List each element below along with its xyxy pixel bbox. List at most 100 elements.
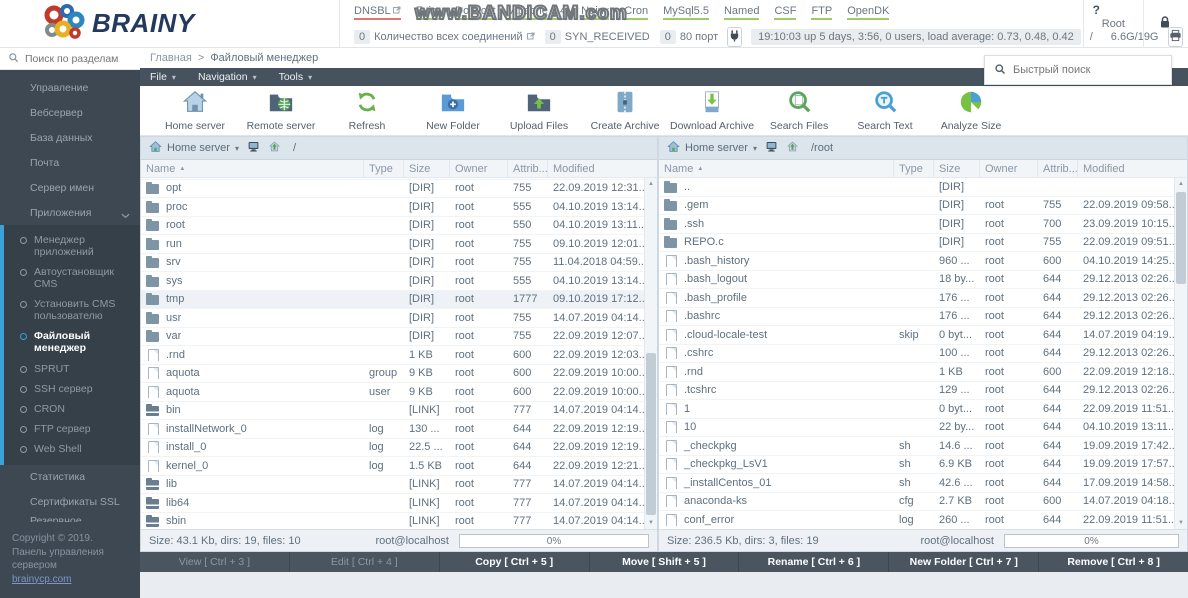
toolbar-download-archive-button[interactable]: Download Archive — [670, 88, 754, 134]
column-header-modified[interactable]: Modified — [548, 160, 644, 177]
file-row[interactable]: srv[DIR]root75511.04.2018 04:59... — [141, 254, 644, 273]
file-row[interactable]: anaconda-kscfg2.7 KBroot60014.07.2019 04… — [659, 493, 1174, 512]
file-row[interactable]: .ssh[DIR]root70023.09.2019 10:15... — [659, 215, 1174, 234]
column-header-name[interactable]: Name▲ — [141, 160, 364, 177]
sidebar-item-[interactable]: Статистика — [0, 465, 140, 490]
sidebar-item-cms[interactable]: Установить CMS пользователю — [4, 294, 140, 326]
scroll-down-icon[interactable]: ▼ — [1175, 517, 1187, 529]
sidebar-item-[interactable]: База данных — [0, 125, 140, 150]
file-row[interactable]: conf_errorlog260 ...root64422.09.2019 11… — [659, 511, 1174, 529]
toolbar-search-text-button[interactable]: Search Text — [844, 88, 926, 134]
toolbar-analyze-size-button[interactable]: Analyze Size — [930, 88, 1012, 134]
file-row[interactable]: lib64[LINK]root77714.07.2019 04:14... — [141, 494, 644, 513]
column-header-owner[interactable]: Owner — [450, 160, 508, 177]
file-row[interactable]: aquotauser9 KBroot60022.09.2019 10:00... — [141, 383, 644, 402]
server-select[interactable]: Home server ▾ — [149, 140, 239, 156]
file-row[interactable]: run[DIR]root75509.10.2019 12:01... — [141, 235, 644, 254]
help-icon[interactable]: ? — [1093, 3, 1100, 17]
quick-search[interactable] — [984, 55, 1172, 85]
sidebar-item-web-shell[interactable]: Web Shell — [4, 439, 140, 459]
sidebar-item-[interactable]: Резервное копирование — [0, 515, 140, 522]
file-row[interactable]: tmp[DIR]root177709.10.2019 17:12... — [141, 291, 644, 310]
footer-new-folderbutton[interactable]: New Folder [ Ctrl + 7 ] — [889, 552, 1039, 572]
file-row[interactable]: _checkpkg_LsV1sh6.9 KBroot64419.09.2019 … — [659, 456, 1174, 475]
sidebar-item-[interactable]: Вебсервер — [0, 100, 140, 125]
file-row[interactable]: .bash_profile176 ...root64429.12.2013 02… — [659, 289, 1174, 308]
toolbar-remote-server-button[interactable]: Remote server — [240, 88, 322, 134]
sidebar-item-ssh[interactable]: SSH сервер — [4, 379, 140, 399]
file-row[interactable]: root[DIR]root55004.10.2019 13:11... — [141, 217, 644, 236]
file-row[interactable]: kernel_0log1.5 KBroot64422.09.2019 12:21… — [141, 457, 644, 476]
file-row[interactable]: aquotagroup9 KBroot60022.09.2019 10:00..… — [141, 365, 644, 384]
file-row[interactable]: _checkpkgsh14.6 ...root64419.09.2019 17:… — [659, 437, 1174, 456]
file-row[interactable]: proc[DIR]root55504.10.2019 13:14... — [141, 198, 644, 217]
column-header-type[interactable]: Type — [894, 160, 934, 177]
file-row[interactable]: .bash_logout18 by...root64429.12.2013 02… — [659, 271, 1174, 290]
copyright-link[interactable]: brainycp.com — [12, 574, 71, 585]
sidebar-item-cms[interactable]: Автоустановщик CMS — [4, 262, 140, 294]
column-header-modified[interactable]: Modified — [1078, 160, 1174, 177]
breadcrumb-[interactable]: Файловый менеджер — [210, 52, 318, 64]
scroll-thumb[interactable] — [646, 353, 656, 515]
scroll-up-icon[interactable]: ▲ — [645, 178, 657, 190]
column-header-name[interactable]: Name▲ — [659, 160, 894, 177]
file-row[interactable]: usr[DIR]root75514.07.2019 04:14... — [141, 309, 644, 328]
toolbar-refresh-button[interactable]: Refresh — [326, 88, 408, 134]
scroll-down-icon[interactable]: ▼ — [645, 517, 657, 529]
scroll-up-icon[interactable]: ▲ — [1175, 178, 1187, 190]
column-header-attrib[interactable]: Attrib... — [508, 160, 548, 177]
sidebar-item-[interactable]: Приложения — [0, 200, 140, 225]
file-row[interactable]: _installCentos_01sh42.6 ...root64417.09.… — [659, 474, 1174, 493]
server-select[interactable]: Home server ▾ — [667, 140, 757, 156]
sidebar-item-cron[interactable]: CRON — [4, 399, 140, 419]
column-header-size[interactable]: Size — [404, 160, 450, 177]
plug-button[interactable] — [727, 27, 742, 47]
file-row[interactable]: install_0log22.5 ...root64422.09.2019 12… — [141, 439, 644, 458]
sidebar-item-[interactable]: Управление — [0, 75, 140, 100]
computer-button[interactable] — [765, 140, 778, 156]
footer-copybutton[interactable]: Copy [ Ctrl + 5 ] — [440, 552, 590, 572]
breadcrumb-[interactable]: Главная — [150, 52, 192, 64]
toolbar-create-archive-button[interactable]: Create Archive — [584, 88, 666, 134]
toolbar-home-server-button[interactable]: Home server — [154, 88, 236, 134]
computer-button[interactable] — [247, 140, 260, 156]
logo[interactable]: BRAINY — [0, 0, 340, 47]
file-row[interactable]: opt[DIR]root75522.09.2019 12:31... — [141, 180, 644, 199]
column-header-size[interactable]: Size — [934, 160, 980, 177]
column-header-attrib[interactable]: Attrib... — [1038, 160, 1078, 177]
lock-button[interactable] — [1144, 15, 1188, 32]
service-link-ftp[interactable]: FTP — [811, 5, 832, 20]
file-row[interactable]: .gem[DIR]root75522.09.2019 09:58... — [659, 197, 1174, 216]
footer-renamebutton[interactable]: Rename [ Ctrl + 6 ] — [739, 552, 889, 572]
file-row[interactable]: sys[DIR]root55504.10.2019 13:14... — [141, 272, 644, 291]
file-row[interactable]: bin[LINK]root77714.07.2019 04:14... — [141, 402, 644, 421]
footer-removebutton[interactable]: Remove [ Ctrl + 8 ] — [1039, 552, 1188, 572]
file-row[interactable]: .cshrc100 ...root64429.12.2013 02:26... — [659, 345, 1174, 364]
footer-editbutton[interactable]: Edit [ Ctrl + 4 ] — [290, 552, 440, 572]
quick-search-input[interactable] — [1013, 64, 1162, 76]
sidebar-item-[interactable]: Файловый менеджер — [4, 326, 140, 358]
file-row[interactable]: .tcshrc129 ...root64429.12.2013 02:26... — [659, 382, 1174, 401]
sidebar-item-ftp[interactable]: FTP сервер — [4, 419, 140, 439]
menu-tools[interactable]: Tools▾ — [279, 71, 313, 83]
scrollbar[interactable]: ▲ ▼ — [1174, 178, 1187, 529]
file-row[interactable]: installNetwork_0log130 ...root64422.09.2… — [141, 420, 644, 439]
footer-movebutton[interactable]: Move [ Shift + 5 ] — [590, 552, 740, 572]
file-row[interactable]: ..[DIR] — [659, 178, 1174, 197]
service-link-csf[interactable]: CSF — [774, 5, 796, 20]
file-row[interactable]: .rnd1 KBroot60022.09.2019 12:03... — [141, 346, 644, 365]
file-row[interactable]: sbin[LINK]root77714.07.2019 04:14... — [141, 513, 644, 530]
toolbar-upload-files-button[interactable]: Upload Files — [498, 88, 580, 134]
file-row[interactable]: .cloud-locale-testskip0 byt...root64414.… — [659, 326, 1174, 345]
scroll-thumb[interactable] — [1176, 192, 1186, 284]
toolbar-search-files-button[interactable]: Search Files — [758, 88, 840, 134]
sidebar-item-ssl[interactable]: Сертификаты SSL — [0, 490, 140, 515]
file-row[interactable]: .bash_history960 ...root60004.10.2019 14… — [659, 252, 1174, 271]
sidebar-item-[interactable]: Сервер имен — [0, 175, 140, 200]
file-row[interactable]: REPO.c[DIR]root75522.09.2019 09:51... — [659, 234, 1174, 253]
sidebar-item-[interactable]: Менеджер приложений — [4, 230, 140, 262]
column-header-owner[interactable]: Owner — [980, 160, 1038, 177]
file-row[interactable]: lib[LINK]root77714.07.2019 04:14... — [141, 476, 644, 495]
service-link-mysql5-5[interactable]: MySql5.5 — [663, 5, 709, 20]
sidebar-search[interactable] — [0, 48, 140, 70]
